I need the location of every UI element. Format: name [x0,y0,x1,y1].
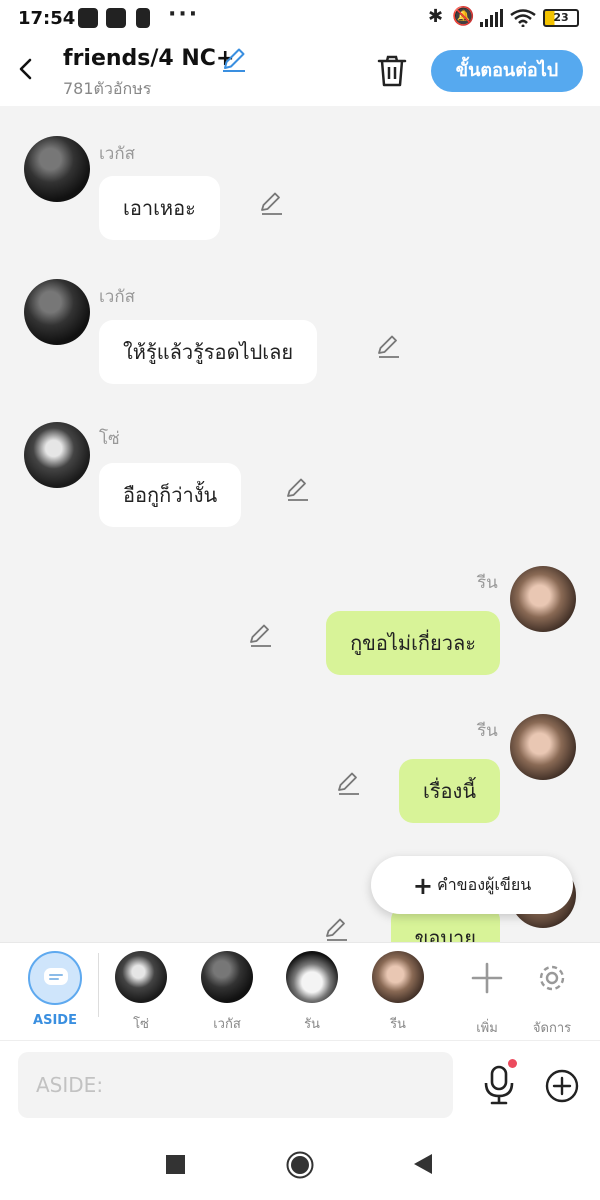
video-app-icon [78,8,98,28]
more-dots-icon: ··· [168,2,200,27]
manage-label: จัดการ [532,1021,572,1036]
add-label: เพิ่ม [476,1021,498,1036]
gear-icon [539,965,565,991]
chat-bubble-icon [44,968,68,985]
avatar [115,951,167,1003]
avatar-rin[interactable] [510,566,576,632]
sender-name: โซ่ [99,429,120,449]
aside-avatar [28,951,82,1005]
message-bubble[interactable]: เรื่องนี้ [398,759,500,823]
back-button[interactable] [14,54,38,84]
next-step-button[interactable]: ขั้นตอนต่อไป [431,50,583,92]
trash-icon[interactable] [376,54,408,88]
status-bar: 17:54 ··· ✱ 🔕 23 [0,0,600,36]
plus-icon: + [412,871,433,900]
message-bubble[interactable]: เอาเหอะ [99,176,220,240]
header: friends/4 NC+ 781ตัวอักษร ขั้นตอนต่อไป [0,36,600,106]
wifi-icon [510,9,536,27]
character-so[interactable]: โซ่ [106,951,176,1034]
character-vegas[interactable]: เวกัส [192,951,262,1034]
message-icon [106,8,126,28]
input-row: ASIDE: [0,1040,600,1130]
character-rin[interactable]: รีน [363,951,433,1034]
author-note-button[interactable]: + คำของผู้เขียน [371,856,573,914]
back-nav-button[interactable] [413,1153,433,1175]
home-button[interactable] [286,1151,314,1179]
page-title: friends/4 NC+ [63,46,235,71]
avatar-rin[interactable] [510,714,576,780]
avatar-vegas[interactable] [24,279,90,345]
chat-area[interactable]: เวกัส เอาเหอะ เวกัส ให้รู้แล้วรู้รอดไปเล… [0,106,600,942]
navigation-bar [0,1130,600,1200]
add-character-button[interactable]: เพิ่ม [452,951,522,1038]
edit-title-icon[interactable] [221,46,247,72]
sender-name: เวกัส [99,287,136,307]
avatar [372,951,424,1003]
edit-message-icon[interactable] [335,770,361,796]
status-time: 17:54 [18,8,76,29]
sender-name: รีน [477,573,498,593]
edit-message-icon[interactable] [375,333,401,359]
signal-icon [480,9,503,27]
message-bubble[interactable]: ให้รู้แล้วรู้รอดไปเลย [99,320,318,384]
manage-button[interactable]: จัดการ [517,951,587,1038]
message-bubble[interactable]: อือกูก็ว่างั้น [99,463,242,527]
character-count: 781ตัวอักษร [63,79,152,98]
battery-saver-icon [136,8,150,28]
mute-icon: 🔕 [452,6,475,27]
message-bubble[interactable]: กูขอไม่เกี่ยวละ [326,611,500,675]
character-run[interactable]: รัน [277,951,347,1034]
edit-message-icon[interactable] [258,190,284,216]
character-label: รัน [304,1017,320,1032]
sender-name: รีน [477,721,498,741]
edit-message-icon[interactable] [284,476,310,502]
notification-dot [508,1059,517,1068]
avatar [201,951,253,1003]
edit-message-icon[interactable] [247,622,273,648]
message-input[interactable]: ASIDE: [18,1052,453,1118]
edit-message-icon[interactable] [323,916,349,942]
author-note-label: คำของผู้เขียน [436,875,532,894]
avatar [286,951,338,1003]
microphone-icon[interactable] [482,1065,516,1105]
aside-label: ASIDE [33,1013,77,1028]
character-label: รีน [390,1017,406,1032]
bluetooth-icon: ✱ [428,6,444,27]
add-attachment-icon[interactable] [545,1069,579,1103]
divider [98,953,99,1017]
character-bar: ASIDE โซ่ เวกัส รัน รีน เพิ่ม จัดการ [0,942,600,1040]
sender-name: เวกัส [99,144,136,164]
battery-icon: 23 [543,9,579,27]
recents-button[interactable] [166,1155,185,1174]
avatar-so[interactable] [24,422,90,488]
aside-selector[interactable]: ASIDE [20,951,90,1028]
avatar-vegas[interactable] [24,136,90,202]
add-icon [471,962,503,994]
character-label: เวกัส [213,1017,241,1032]
character-label: โซ่ [133,1017,149,1032]
